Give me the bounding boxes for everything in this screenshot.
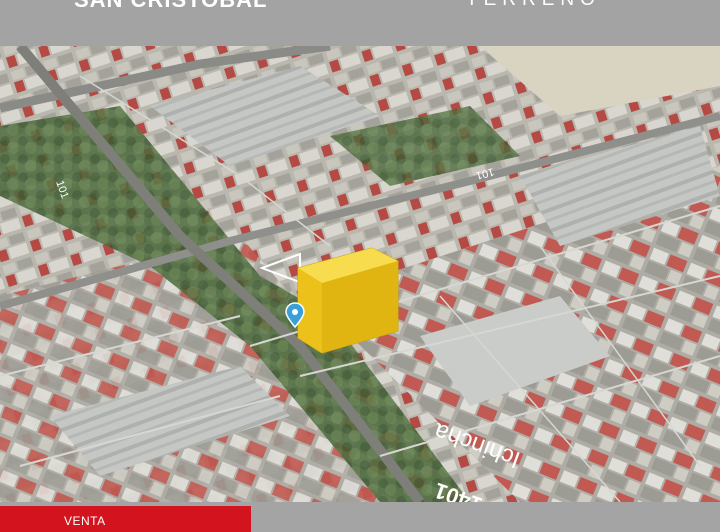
aerial-map-view[interactable]: 101 101 Ichincha 1401 (0, 46, 720, 502)
header-bar: SAN CRISTOBAL TERRENO (0, 0, 720, 46)
operation-badge: VENTA (0, 506, 251, 532)
property-type-title: TERRENO (466, 0, 601, 11)
operation-label: VENTA (64, 514, 106, 528)
map-canvas: 101 101 Ichincha 1401 (0, 46, 720, 502)
location-title: SAN CRISTOBAL (74, 0, 268, 13)
